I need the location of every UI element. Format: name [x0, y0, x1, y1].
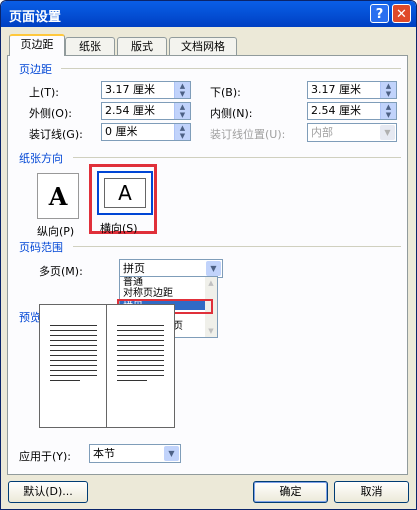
- bottom-margin-label: 下(B):: [210, 86, 241, 99]
- ok-button[interactable]: 确定: [253, 481, 328, 503]
- portrait-page-icon: A: [48, 182, 68, 211]
- landscape-page-icon: A: [104, 178, 146, 208]
- multiple-pages-value: 拼页: [123, 262, 145, 275]
- default-button[interactable]: 默认(D)...: [8, 481, 88, 503]
- outer-margin-value: 2.54 厘米: [105, 104, 155, 117]
- divider: [61, 68, 401, 69]
- spin-arrows[interactable]: ▲ ▼: [174, 124, 190, 140]
- cancel-button[interactable]: 取消: [334, 481, 409, 503]
- spin-arrows[interactable]: ▲ ▼: [174, 103, 190, 119]
- pages-group-label: 页码范围: [19, 241, 63, 254]
- apply-to-label: 应用于(Y):: [19, 450, 72, 463]
- portrait-option[interactable]: A: [37, 173, 79, 219]
- margins-group-label: 页边距: [19, 63, 52, 76]
- tab-paper[interactable]: 纸张: [65, 37, 115, 55]
- spin-arrows[interactable]: ▲ ▼: [380, 103, 396, 119]
- tab-layout[interactable]: 版式: [117, 37, 167, 55]
- orientation-group-label: 纸张方向: [19, 152, 63, 165]
- top-margin-value: 3.17 厘米: [105, 83, 155, 96]
- chevron-down-icon: ▼: [380, 125, 395, 140]
- tab-doc-grid[interactable]: 文档网格: [169, 37, 237, 55]
- list-item[interactable]: 普通: [120, 277, 217, 288]
- gutter-position-label: 装订线位置(U):: [210, 128, 286, 141]
- spin-arrows[interactable]: ▲ ▼: [174, 82, 190, 98]
- tab-margins[interactable]: 页边距: [9, 34, 65, 56]
- gutter-position-value: 内部: [311, 126, 333, 139]
- apply-to-value: 本节: [93, 447, 115, 460]
- divider: [73, 157, 401, 158]
- chevron-down-icon[interactable]: ▼: [164, 446, 179, 461]
- divider: [73, 246, 401, 247]
- chevron-down-icon[interactable]: ▼: [206, 261, 221, 276]
- bottom-margin-input[interactable]: 3.17 厘米 ▲ ▼: [307, 81, 397, 99]
- page-setup-dialog: 页面设置 ? ✕ 页边距 纸张 版式 文档网格 页边距 上(T): 3.17 厘…: [0, 0, 417, 510]
- apply-to-select[interactable]: 本节 ▼: [89, 444, 181, 463]
- preview-group-label: 预览: [19, 311, 41, 324]
- landscape-glyph: A: [118, 181, 132, 205]
- window-title: 页面设置: [9, 10, 62, 25]
- help-button[interactable]: ?: [370, 4, 389, 23]
- close-button[interactable]: ✕: [392, 4, 411, 23]
- portrait-label[interactable]: 纵向(P): [37, 223, 74, 239]
- inner-margin-label: 内侧(N):: [210, 107, 253, 120]
- inner-margin-input[interactable]: 2.54 厘米 ▲ ▼: [307, 102, 397, 120]
- gutter-label: 装订线(G):: [29, 128, 83, 141]
- inner-margin-value: 2.54 厘米: [311, 104, 361, 117]
- multiple-pages-label: 多页(M):: [39, 265, 83, 278]
- top-margin-label: 上(T):: [29, 86, 60, 99]
- outer-margin-label: 外侧(O):: [29, 107, 72, 120]
- bottom-margin-value: 3.17 厘米: [311, 83, 361, 96]
- gutter-value: 0 厘米: [105, 125, 138, 138]
- preview-right-page: [106, 304, 175, 428]
- gutter-input[interactable]: 0 厘米 ▲ ▼: [101, 123, 191, 141]
- list-item[interactable]: 对称页边距: [120, 288, 217, 299]
- title-bar[interactable]: 页面设置 ? ✕: [1, 1, 416, 27]
- gutter-position-select[interactable]: 内部 ▼: [307, 123, 397, 142]
- preview-left-page: [39, 304, 108, 428]
- landscape-option[interactable]: A: [97, 171, 153, 215]
- top-margin-input[interactable]: 3.17 厘米 ▲ ▼: [101, 81, 191, 99]
- outer-margin-input[interactable]: 2.54 厘米 ▲ ▼: [101, 102, 191, 120]
- landscape-label[interactable]: 横向(S): [100, 220, 138, 236]
- spin-arrows[interactable]: ▲ ▼: [380, 82, 396, 98]
